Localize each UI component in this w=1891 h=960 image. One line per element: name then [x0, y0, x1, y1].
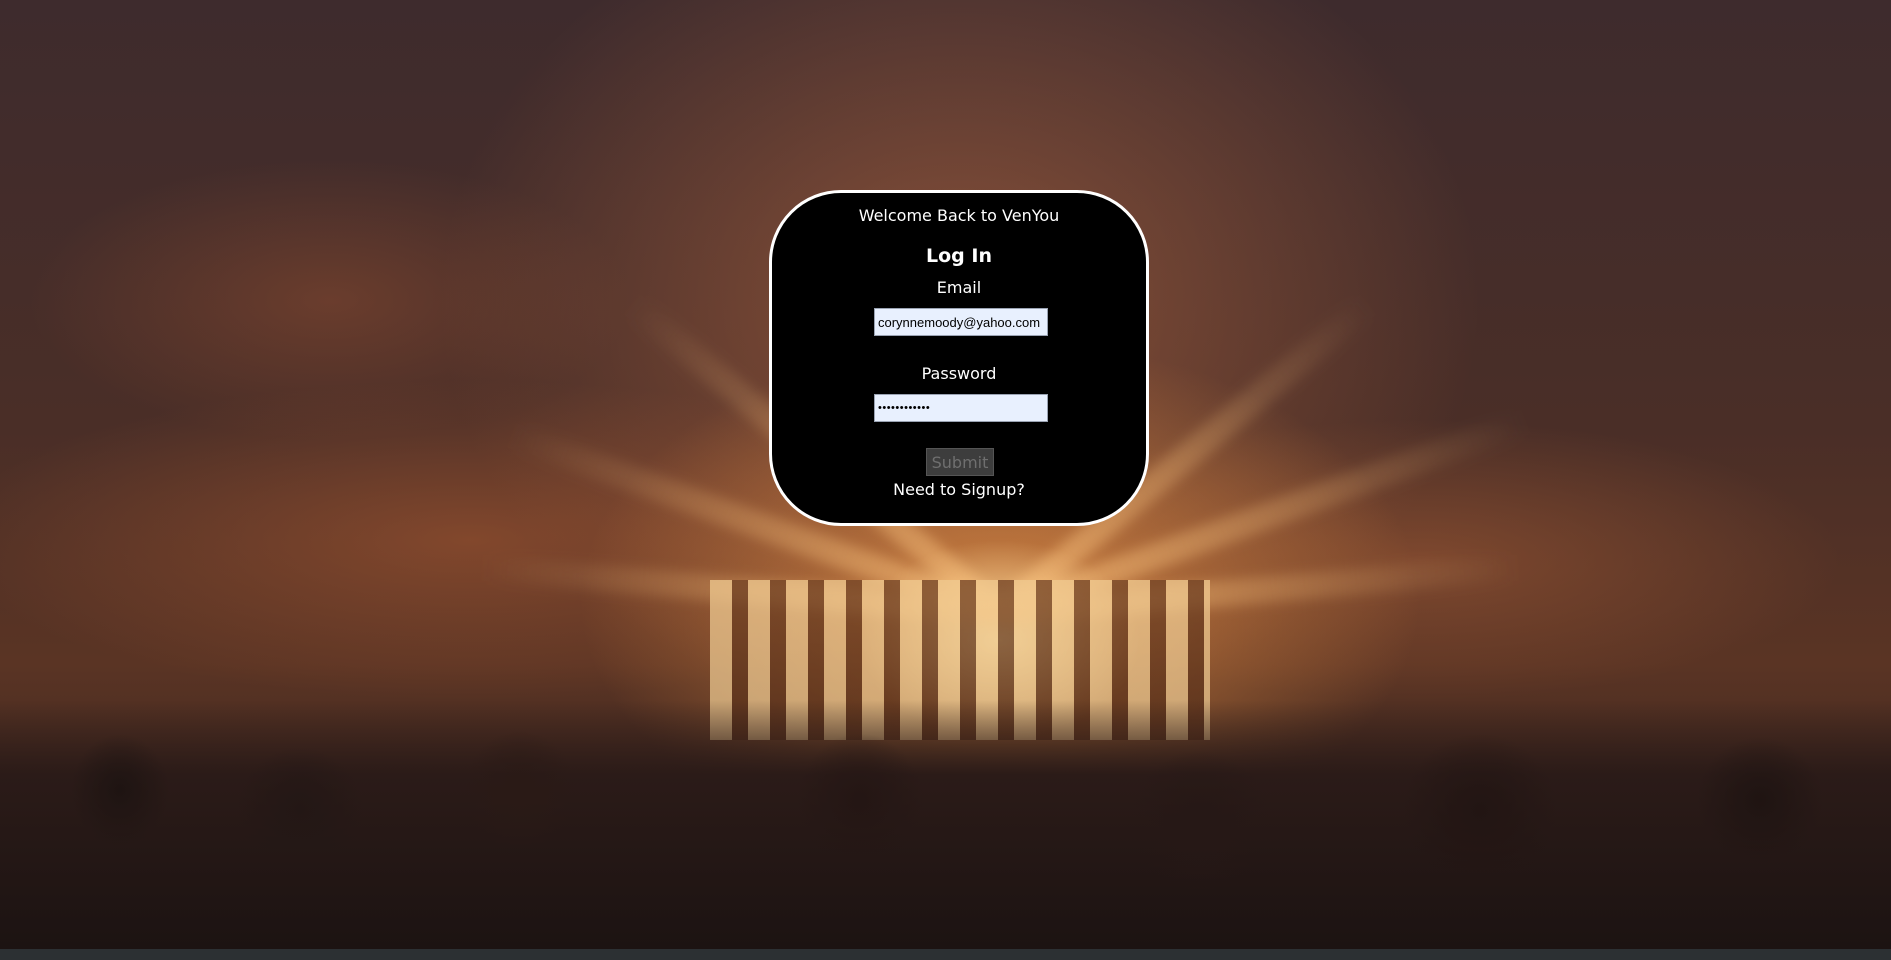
login-heading: Log In: [926, 245, 992, 267]
email-label: Email: [936, 278, 982, 297]
submit-button[interactable]: Submit: [926, 448, 994, 476]
password-field[interactable]: [874, 394, 1048, 422]
welcome-message: Welcome Back to VenYou: [858, 206, 1060, 225]
email-field[interactable]: [874, 308, 1048, 336]
signup-link[interactable]: Need to Signup?: [772, 480, 1146, 499]
crowd-silhouette: [0, 700, 1891, 949]
login-card: Welcome Back to VenYou Log In Email Pass…: [769, 190, 1149, 526]
password-label: Password: [921, 364, 997, 383]
bottom-bar: [0, 949, 1891, 960]
